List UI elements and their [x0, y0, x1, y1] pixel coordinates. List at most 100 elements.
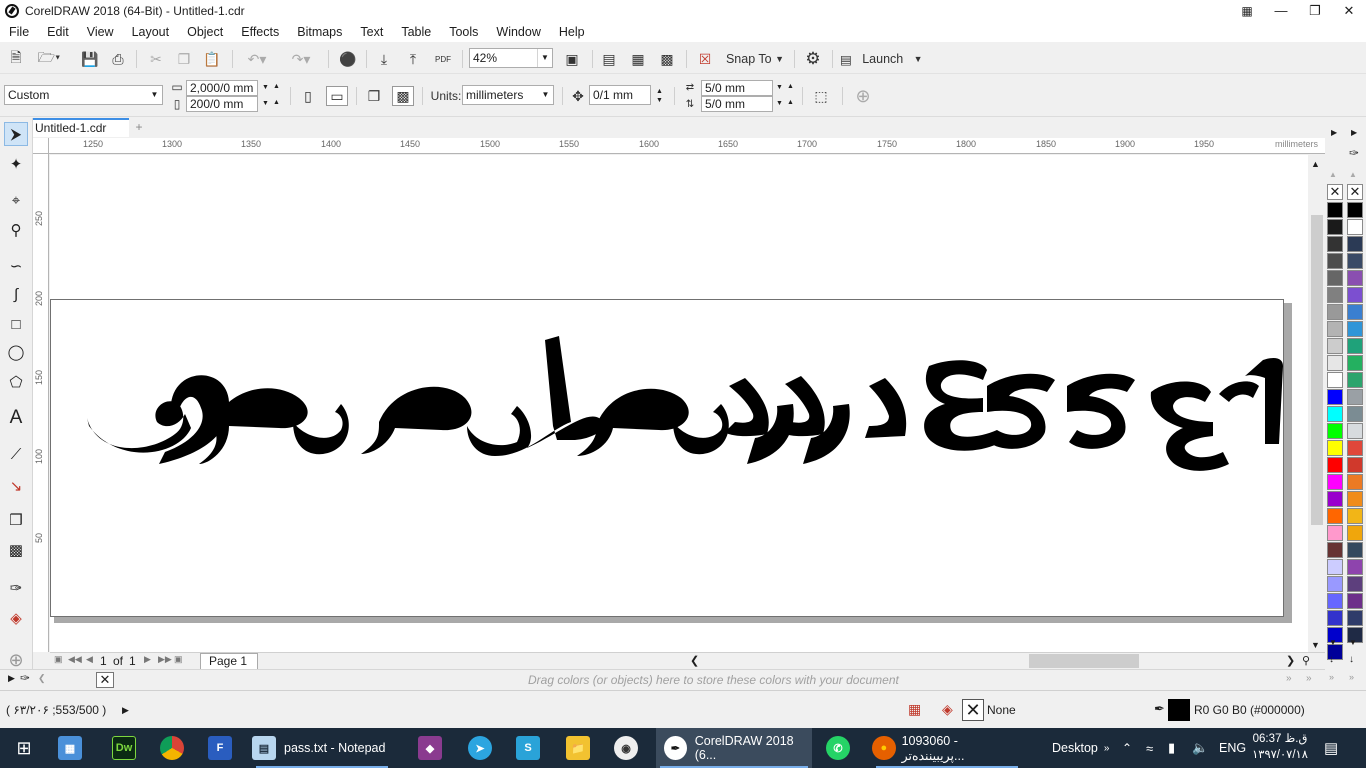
insert-page-after-icon[interactable]: ▣: [174, 654, 183, 665]
landscape-icon[interactable]: ▭: [326, 86, 348, 106]
no-fill-swatch-icon[interactable]: ✕: [1347, 184, 1363, 200]
save-icon[interactable]: 💾: [80, 49, 100, 69]
menu-file[interactable]: File: [0, 25, 38, 39]
palette-menu-icon[interactable]: ▶: [8, 673, 15, 684]
color-swatch[interactable]: [1327, 508, 1343, 524]
color-swatch[interactable]: [1327, 406, 1343, 422]
quick-customize-icon[interactable]: ⊕: [852, 86, 874, 106]
horizontal-ruler[interactable]: 1250 1300 1350 1400 1450 1500 1550 1600 …: [33, 138, 1325, 154]
menu-edit[interactable]: Edit: [38, 25, 78, 39]
color-swatch[interactable]: [1347, 508, 1363, 524]
color-swatch[interactable]: [1347, 321, 1363, 337]
color-swatch[interactable]: [1347, 474, 1363, 490]
parallel-dimension-icon[interactable]: ⟋: [4, 442, 28, 466]
snap-off-icon[interactable]: ☒: [694, 49, 716, 69]
color-swatch[interactable]: [1347, 202, 1363, 218]
taskbar-chrome[interactable]: [160, 728, 184, 768]
battery-icon[interactable]: ▮: [1168, 728, 1175, 768]
drop-shadow-icon[interactable]: ❒: [4, 508, 28, 532]
color-swatch[interactable]: [1327, 610, 1343, 626]
text-tool-icon[interactable]: A: [4, 406, 28, 430]
scroll-up-icon[interactable]: ▲: [1349, 170, 1357, 179]
color-swatch[interactable]: [1327, 440, 1343, 456]
account-icon[interactable]: ▦: [1230, 0, 1264, 22]
transparency-tool-icon[interactable]: ▩: [4, 538, 28, 562]
close-button[interactable]: ✕: [1332, 0, 1366, 22]
spin-up-icon[interactable]: ▲: [273, 83, 280, 90]
search-content-icon[interactable]: ⚫: [338, 49, 358, 69]
scroll-right-icon[interactable]: ❯: [1286, 654, 1295, 667]
color-swatch[interactable]: [1347, 304, 1363, 320]
minimize-button[interactable]: —: [1264, 0, 1298, 22]
crop-tool-icon[interactable]: ⌖: [4, 188, 28, 212]
spin-up-icon[interactable]: ▲: [656, 88, 663, 95]
color-swatch[interactable]: [1327, 593, 1343, 609]
color-proof-icon[interactable]: ▦: [908, 701, 921, 718]
color-swatch[interactable]: [1327, 372, 1343, 388]
color-swatch[interactable]: [1327, 474, 1343, 490]
taskbar-notepad[interactable]: ▤ pass.txt - Notepad: [252, 728, 392, 768]
taskbar-telegram[interactable]: ➤: [468, 728, 492, 768]
eyedropper-icon[interactable]: ✑: [1349, 146, 1359, 160]
taskbar-camera-app[interactable]: ◉: [614, 728, 638, 768]
color-swatch[interactable]: [1347, 542, 1363, 558]
vertical-scroll-thumb[interactable]: [1311, 215, 1323, 525]
freehand-tool-icon[interactable]: ∽: [4, 254, 28, 278]
taskbar-winrar[interactable]: ◆: [418, 728, 442, 768]
nudge-distance-input[interactable]: 0/1 mm: [589, 85, 651, 105]
scroll-down-icon[interactable]: ▼: [1329, 638, 1337, 647]
color-swatch[interactable]: [1347, 576, 1363, 592]
treat-as-filled-icon[interactable]: ⬚: [810, 86, 832, 106]
taskbar-firefox[interactable]: ● 1093060 - پریبینندەتر...: [872, 728, 1022, 768]
scroll-left-icon[interactable]: ❮: [690, 654, 699, 667]
interactive-fill-icon[interactable]: ◈: [4, 606, 28, 630]
color-swatch[interactable]: [1327, 270, 1343, 286]
eyedropper-tool-icon[interactable]: ✑: [4, 576, 28, 600]
all-pages-icon[interactable]: ❐: [364, 86, 384, 106]
menu-bitmaps[interactable]: Bitmaps: [288, 25, 351, 39]
open-icon[interactable]: 🗁▾: [34, 49, 64, 69]
page-width-input[interactable]: 2,000/0 mm: [186, 80, 258, 96]
no-color-swatch-icon[interactable]: ✕: [96, 672, 114, 688]
color-swatch[interactable]: [1347, 610, 1363, 626]
color-swatch[interactable]: [1347, 423, 1363, 439]
launch-dropdown[interactable]: ▤ Launch ▼: [840, 49, 930, 69]
last-page-icon[interactable]: ▶▶: [158, 654, 172, 665]
copy-icon[interactable]: ❐: [174, 49, 194, 69]
no-fill-swatch-icon[interactable]: ✕: [1327, 184, 1343, 200]
color-swatch[interactable]: [1327, 338, 1343, 354]
default-palette[interactable]: ▶ ▲ ✕ ▼ ↓ »: [1325, 118, 1345, 688]
connector-tool-icon[interactable]: ↘: [4, 474, 28, 498]
color-swatch[interactable]: [1327, 423, 1343, 439]
color-swatch[interactable]: [1347, 287, 1363, 303]
expand-icon[interactable]: »: [1306, 673, 1312, 684]
ellipse-tool-icon[interactable]: ◯: [4, 340, 28, 364]
redo-icon[interactable]: ↷▾: [284, 49, 318, 69]
current-page-icon[interactable]: ▩: [392, 86, 414, 106]
color-swatch[interactable]: [1327, 236, 1343, 252]
menu-table[interactable]: Table: [392, 25, 440, 39]
menu-tools[interactable]: Tools: [440, 25, 487, 39]
color-swatch[interactable]: [1347, 406, 1363, 422]
expand-palette-icon[interactable]: ↓: [1349, 654, 1354, 665]
palette-flyout-icon[interactable]: ▶: [1331, 128, 1337, 137]
spin-down-icon[interactable]: ▼: [262, 84, 269, 91]
menu-text[interactable]: Text: [351, 25, 392, 39]
color-swatch[interactable]: [1347, 355, 1363, 371]
insert-page-before-icon[interactable]: ▣: [54, 654, 63, 665]
drawing-canvas[interactable]: ▲ ▼: [50, 155, 1325, 652]
menu-window[interactable]: Window: [487, 25, 549, 39]
restore-button[interactable]: ❐: [1298, 0, 1332, 22]
color-swatch[interactable]: [1347, 253, 1363, 269]
taskbar-s-app[interactable]: S: [516, 728, 540, 768]
fill-none-swatch-icon[interactable]: ✕: [962, 699, 984, 721]
color-swatch[interactable]: [1347, 219, 1363, 235]
network-icon[interactable]: ≈: [1146, 728, 1153, 768]
color-swatch[interactable]: [1327, 321, 1343, 337]
new-document-icon[interactable]: 🗎: [6, 49, 26, 69]
expand-palette-icon[interactable]: ↓: [1329, 654, 1334, 665]
scroll-down-icon[interactable]: ▼: [1349, 638, 1357, 647]
scroll-up-icon[interactable]: ▲: [1329, 170, 1337, 179]
pick-tool-icon[interactable]: ⮞: [4, 122, 28, 146]
color-swatch[interactable]: [1347, 559, 1363, 575]
